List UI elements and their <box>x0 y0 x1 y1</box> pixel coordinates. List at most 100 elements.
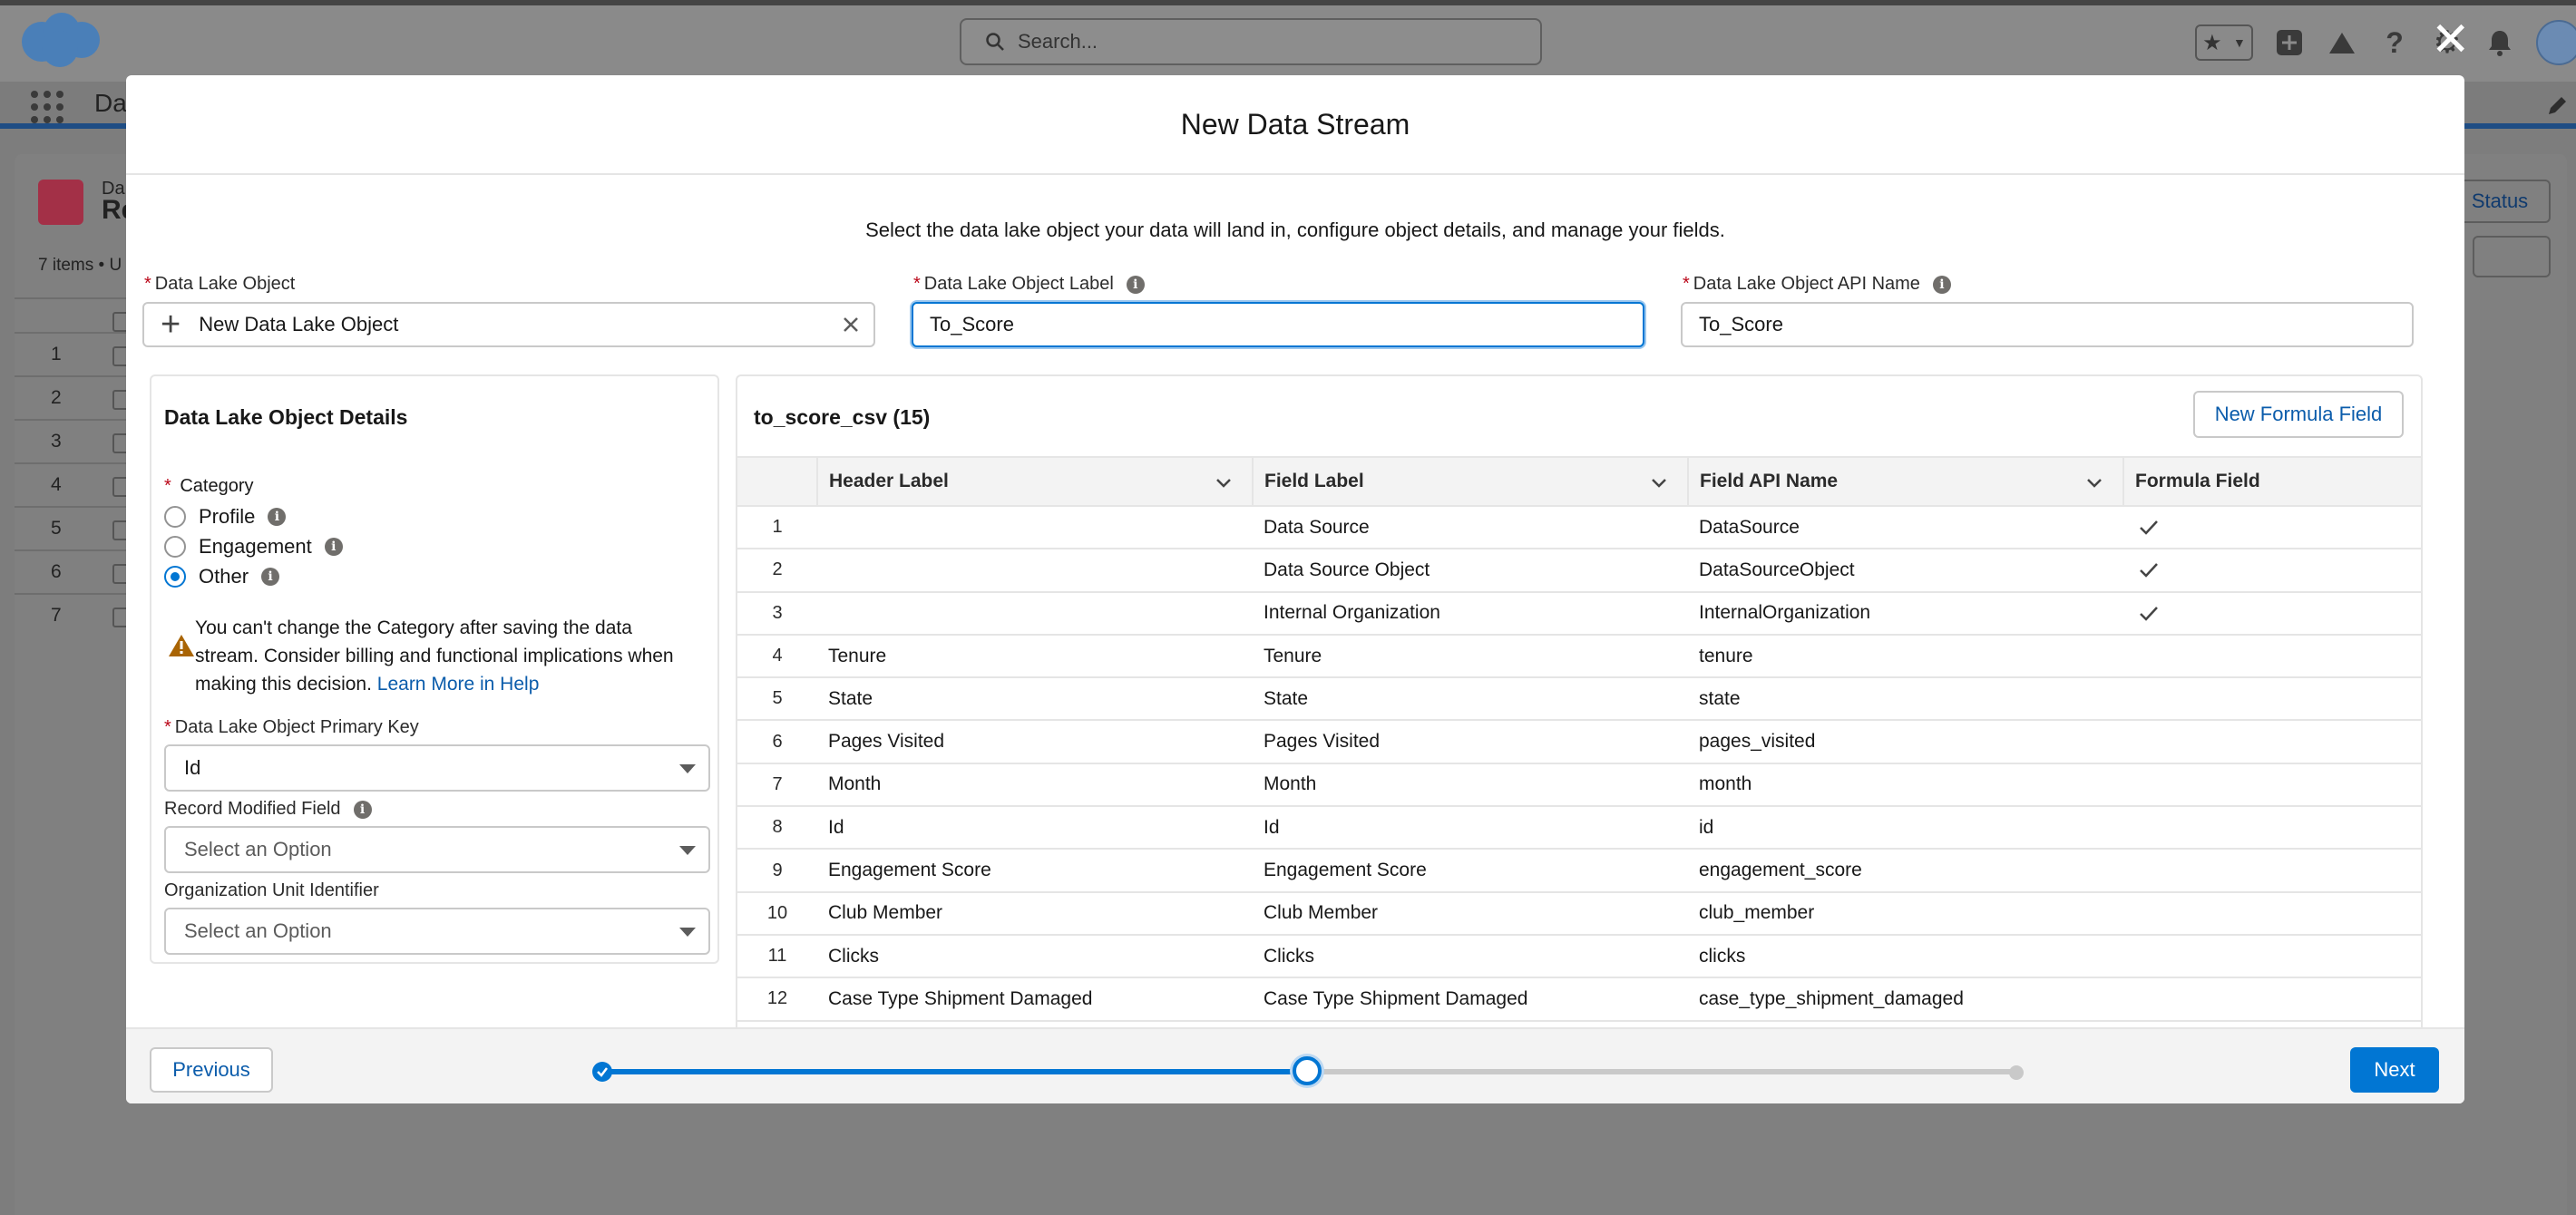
formula-field-cell <box>2123 549 2421 593</box>
background-filter-buttons[interactable] <box>2473 236 2551 277</box>
background-items-count: 7 items • U <box>38 256 122 275</box>
field-api-name-cell: month <box>1688 763 2123 808</box>
search-icon <box>986 33 1004 51</box>
info-icon[interactable]: i <box>268 508 287 526</box>
row-number-cell: 9 <box>737 849 817 893</box>
progress-step-incomplete[interactable] <box>2009 1065 2024 1080</box>
primary-key-label: * Data Lake Object Primary Key <box>164 717 419 737</box>
header-label-cell: Month <box>817 763 1253 808</box>
table-row: 4 <box>15 462 132 506</box>
table-row: 5 <box>15 506 132 549</box>
header-utility-icons: ★ ▼ ? ⚙ <box>2195 20 2576 65</box>
chevron-down-icon[interactable] <box>2086 478 2103 489</box>
required-asterisk: * <box>913 274 921 294</box>
help-icon[interactable]: ? <box>2378 26 2411 59</box>
progress-step-complete[interactable] <box>592 1062 612 1082</box>
row-number-header <box>737 456 817 507</box>
global-search-input[interactable]: Search... <box>960 18 1542 65</box>
chevron-down-icon[interactable] <box>1215 478 1232 489</box>
field-api-name-cell: engagement_score <box>1688 849 2123 893</box>
user-avatar[interactable] <box>2536 20 2576 65</box>
header-label-cell: Id <box>817 806 1253 850</box>
new-formula-field-button[interactable]: New Formula Field <box>2193 391 2404 438</box>
table-row: 6 <box>15 549 132 593</box>
previous-button[interactable]: Previous <box>150 1047 273 1093</box>
info-icon[interactable]: i <box>324 538 343 556</box>
formula-field-cell <box>2123 634 2421 679</box>
field-label-cell: Internal Organization <box>1253 591 1688 636</box>
bell-icon[interactable] <box>2483 26 2516 59</box>
app-launcher-icon[interactable] <box>31 91 63 123</box>
dlo-api-name-input[interactable]: To_Score <box>1681 302 2414 347</box>
radio-profile[interactable] <box>164 506 186 528</box>
info-icon[interactable]: i <box>1932 275 1951 294</box>
edit-nav-icon[interactable] <box>2545 94 2569 118</box>
salesforce-logo[interactable] <box>15 9 105 69</box>
field-label-cell: Data Source <box>1253 506 1688 550</box>
table-row: 4 Tenure Tenure tenure <box>737 634 2421 679</box>
table-row: 1 <box>15 332 132 375</box>
global-create-icon[interactable] <box>2273 26 2306 59</box>
close-modal-icon[interactable]: ✕ <box>2431 16 2471 63</box>
primary-key-select[interactable]: Id <box>164 744 710 792</box>
field-label-cell: Engagement Score <box>1253 849 1688 893</box>
record-modified-select[interactable]: Select an Option <box>164 826 710 873</box>
header-label-cell: Tenure <box>817 634 1253 679</box>
formula-field-cell <box>2123 763 2421 808</box>
row-number-cell: 6 <box>737 720 817 764</box>
chevron-down-icon <box>679 928 696 937</box>
header-label-cell: Club Member <box>817 891 1253 936</box>
warning-icon <box>169 635 194 656</box>
column-header-field-label[interactable]: Field Label <box>1252 456 1688 507</box>
clear-icon[interactable] <box>841 315 861 335</box>
fields-panel: to_score_csv (15) New Formula Field Head… <box>736 374 2423 1100</box>
star-icon: ★ <box>2202 30 2222 55</box>
column-header-header-label[interactable]: Header Label <box>816 456 1253 507</box>
category-option-profile[interactable]: Profile i <box>164 505 287 529</box>
header-label-cell: Engagement Score <box>817 849 1253 893</box>
column-header-field-api-name[interactable]: Field API Name <box>1687 456 2123 507</box>
field-label-cell: Pages Visited <box>1253 720 1688 764</box>
formula-field-cell <box>2123 849 2421 893</box>
info-icon[interactable]: i <box>1126 275 1145 294</box>
row-number-cell: 4 <box>737 634 817 679</box>
column-header-formula-field: Formula Field <box>2122 456 2421 507</box>
dlo-label-input[interactable]: To_Score <box>912 302 1644 347</box>
info-icon[interactable]: i <box>261 568 280 586</box>
trailhead-icon[interactable] <box>2326 26 2358 59</box>
progress-fill <box>600 1069 1307 1074</box>
row-number-cell: 7 <box>737 763 817 808</box>
row-number-cell: 5 <box>737 677 817 722</box>
learn-more-link[interactable]: Learn More in Help <box>377 674 540 695</box>
next-button[interactable]: Next <box>2350 1047 2439 1093</box>
dlo-details-panel: Data Lake Object Details * Category Prof… <box>150 374 719 964</box>
field-label-cell: Case Type Shipment Damaged <box>1253 977 1688 1022</box>
org-unit-select[interactable]: Select an Option <box>164 908 710 955</box>
fields-title: to_score_csv (15) <box>754 405 931 429</box>
header-label-cell <box>817 549 1253 593</box>
table-row: 1 Data Source DataSource <box>737 506 2421 550</box>
formula-field-cell <box>2123 977 2421 1022</box>
radio-engagement[interactable] <box>164 536 186 558</box>
dlo-lookup-input[interactable]: + New Data Lake Object <box>142 302 875 347</box>
table-row: 11 Clicks Clicks clicks <box>737 934 2421 979</box>
chevron-down-icon[interactable] <box>1651 478 1667 489</box>
row-number-cell: 8 <box>737 806 817 850</box>
dlo-api-field-label: * Data Lake Object API Name i <box>1683 274 1951 295</box>
category-option-engagement[interactable]: Engagement i <box>164 535 343 559</box>
new-data-stream-modal: New Data Stream Select the data lake obj… <box>126 75 2464 1103</box>
category-option-other[interactable]: Other i <box>164 565 280 588</box>
info-icon[interactable]: i <box>353 800 372 819</box>
field-api-name-cell: state <box>1688 677 2123 722</box>
progress-step-current[interactable] <box>1293 1056 1322 1085</box>
category-warning: You can't change the Category after savi… <box>164 614 699 698</box>
dlo-field-label: * Data Lake Object <box>144 274 296 294</box>
formula-field-cell <box>2123 891 2421 936</box>
radio-other[interactable] <box>164 566 186 588</box>
check-icon <box>2140 563 2158 578</box>
table-row: 6 Pages Visited Pages Visited pages_visited <box>737 720 2421 764</box>
field-label-cell: Tenure <box>1253 634 1688 679</box>
favorites-button[interactable]: ★ ▼ <box>2195 24 2253 61</box>
header-label-cell <box>817 591 1253 636</box>
app-name: Da <box>94 89 127 117</box>
